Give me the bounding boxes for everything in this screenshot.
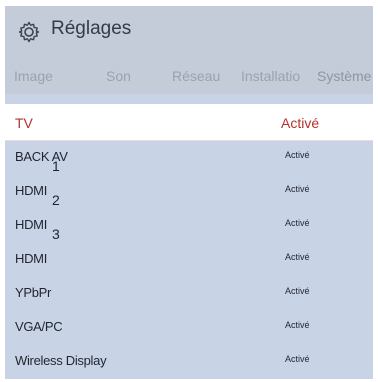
source-name: HDMI	[15, 251, 48, 266]
source-index: 2	[52, 192, 60, 208]
source-name: HDMI	[15, 217, 48, 232]
source-name: VGA/PC	[15, 319, 63, 334]
source-status: Activé	[285, 320, 310, 330]
tab-son[interactable]: Son	[106, 68, 131, 84]
source-name: YPbPr	[15, 285, 52, 300]
source-row[interactable]: VGA/PC Activé	[5, 310, 373, 344]
source-status: Activé	[285, 286, 310, 296]
divider	[5, 94, 373, 104]
tab-installation[interactable]: Installatio	[241, 68, 315, 84]
source-status: Activé	[285, 252, 310, 262]
source-status: Activé	[285, 218, 310, 228]
tab-bar: Image Son Réseau Installatio Système	[5, 56, 373, 94]
source-status: Activé	[281, 115, 320, 131]
gear-icon	[18, 21, 40, 43]
settings-header: Réglages	[5, 6, 373, 56]
source-status: Activé	[285, 150, 310, 160]
source-row[interactable]: HDMI 3 Activé	[5, 208, 373, 242]
source-status: Activé	[285, 354, 310, 364]
source-status: Activé	[285, 184, 310, 194]
source-name: HDMI	[15, 183, 48, 198]
tab-systeme[interactable]: Système	[317, 68, 371, 84]
source-row[interactable]: HDMI 2 Activé	[5, 174, 373, 208]
tab-image[interactable]: Image	[14, 68, 53, 84]
source-row[interactable]: Wireless Display Activé	[5, 344, 373, 378]
source-index: 3	[52, 226, 60, 242]
source-row[interactable]: BACK AV 1 Activé	[5, 140, 373, 174]
source-name: TV	[15, 115, 33, 131]
source-index: 1	[52, 158, 60, 174]
source-row-selected[interactable]: TV Activé	[5, 104, 373, 141]
source-row[interactable]: YPbPr Activé	[5, 276, 373, 310]
settings-panel: Réglages Image Son Réseau Installatio Sy…	[5, 6, 373, 379]
tab-reseau[interactable]: Réseau	[172, 68, 220, 84]
page-title: Réglages	[51, 18, 132, 39]
source-name: Wireless Display	[15, 353, 107, 368]
source-row[interactable]: HDMI Activé	[5, 242, 373, 276]
